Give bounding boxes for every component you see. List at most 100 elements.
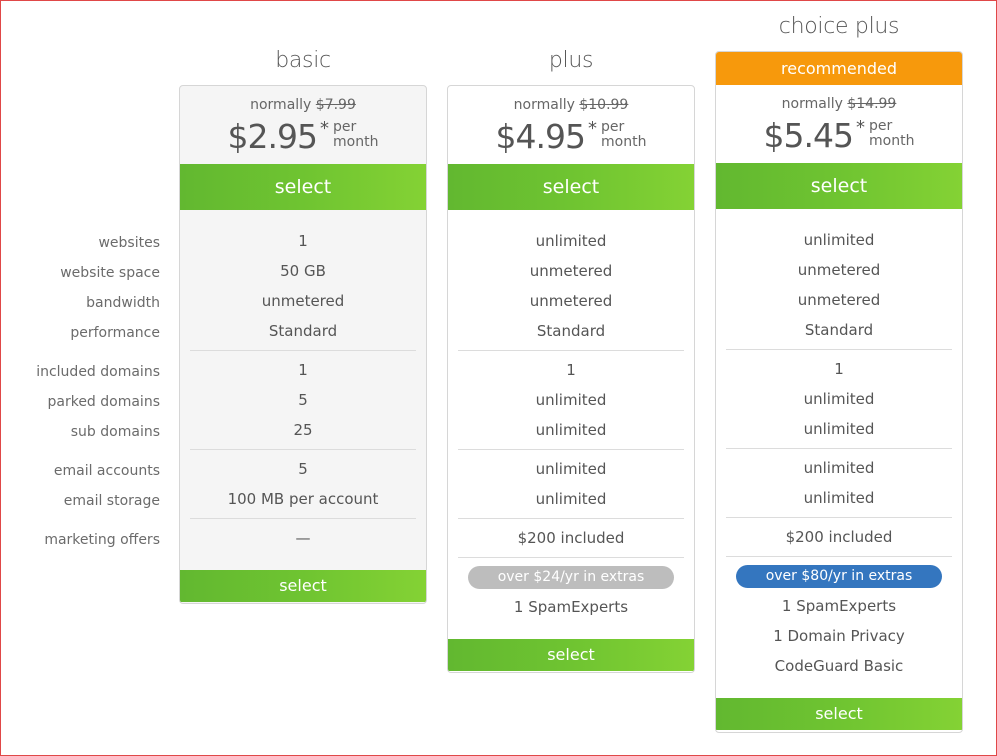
select-button-choice-plus-bottom[interactable]: select — [716, 698, 962, 730]
price-box: normally $10.99 $4.95 * per month — [448, 86, 694, 164]
label-marketing-offers: marketing offers — [44, 532, 160, 548]
feature-value: 1 — [834, 360, 844, 378]
current-price: $4.95 * per month — [448, 117, 694, 157]
feature-value: unlimited — [535, 421, 607, 439]
plan-title-basic: basic — [275, 48, 331, 73]
period-label: month — [869, 133, 915, 149]
select-button-choice-plus[interactable]: select — [716, 163, 962, 209]
feature-value: unlimited — [535, 460, 607, 478]
price-asterisk: * — [856, 117, 866, 138]
plan-card-plus: normally $10.99 $4.95 * per month select … — [447, 85, 695, 673]
label-email-accounts: email accounts — [53, 463, 160, 479]
feature-rows: unlimited unmetered unmetered Standard 1… — [448, 210, 694, 639]
price-asterisk: * — [320, 118, 330, 139]
feature-value: unlimited — [803, 420, 875, 438]
feature-value: unlimited — [803, 390, 875, 408]
extras-badge: over $80/yr in extras — [736, 565, 942, 588]
feature-value: 1 — [298, 232, 308, 250]
old-price: $7.99 — [315, 97, 356, 113]
extra-item: 1 Domain Privacy — [773, 627, 905, 645]
per-label: per — [869, 118, 893, 134]
per-label: per — [601, 119, 625, 135]
select-button-plus[interactable]: select — [448, 164, 694, 210]
period-label: month — [601, 134, 647, 150]
select-button-basic[interactable]: select — [180, 164, 426, 210]
feature-value: 1 — [566, 361, 576, 379]
normally-label: normally — [250, 97, 312, 113]
plan-card-choice-plus: recommended normally $14.99 $5.45 * per m… — [715, 51, 963, 733]
price-asterisk: * — [588, 118, 598, 139]
label-website-space: website space — [60, 265, 160, 281]
feature-value: Standard — [536, 322, 606, 340]
feature-value: 100 MB per account — [227, 490, 379, 508]
label-email-storage: email storage — [63, 493, 160, 509]
label-included-domains: included domains — [36, 364, 160, 380]
divider — [190, 350, 416, 351]
feature-value: unlimited — [535, 232, 607, 250]
feature-rows: unlimited unmetered unmetered Standard 1… — [716, 209, 962, 698]
feature-value: unlimited — [803, 489, 875, 507]
price-amount: $4.95 — [495, 117, 586, 156]
normally-price: normally $10.99 — [448, 97, 694, 113]
divider — [726, 448, 952, 449]
price-amount: $2.95 — [227, 117, 318, 156]
divider — [458, 518, 684, 519]
feature-value: $200 included — [517, 529, 625, 547]
feature-value: unmetered — [797, 291, 881, 309]
price-period: per month — [869, 119, 914, 149]
feature-value: unmetered — [529, 292, 613, 310]
feature-value: $200 included — [785, 528, 893, 546]
feature-value: 5 — [298, 460, 308, 478]
feature-value: unlimited — [803, 231, 875, 249]
label-sub-domains: sub domains — [70, 424, 160, 440]
price-box: normally $14.99 $5.45 * per month — [716, 85, 962, 163]
feature-value: unlimited — [535, 391, 607, 409]
normally-label: normally — [513, 97, 575, 113]
normally-price: normally $14.99 — [716, 96, 962, 112]
divider — [190, 518, 416, 519]
feature-value: 5 — [298, 391, 308, 409]
feature-value: unmetered — [261, 292, 345, 310]
divider — [190, 449, 416, 450]
feature-value: — — [295, 529, 311, 547]
divider — [726, 349, 952, 350]
extra-item: 1 SpamExperts — [513, 598, 629, 616]
plan-title-plus: plus — [548, 48, 594, 73]
feature-value: unmetered — [529, 262, 613, 280]
divider — [458, 449, 684, 450]
current-price: $5.45 * per month — [716, 116, 962, 156]
price-period: per month — [601, 120, 646, 150]
old-price: $10.99 — [579, 97, 629, 113]
select-button-plus-bottom[interactable]: select — [448, 639, 694, 671]
feature-rows: 1 50 GB unmetered Standard 1 5 25 5 100 … — [180, 210, 426, 570]
per-label: per — [333, 119, 357, 135]
period-label: month — [333, 134, 379, 150]
feature-value: unlimited — [535, 490, 607, 508]
price-amount: $5.45 — [763, 116, 854, 155]
feature-value: 1 — [298, 361, 308, 379]
divider — [458, 557, 684, 558]
label-parked-domains: parked domains — [47, 394, 160, 410]
feature-value: Standard — [268, 322, 338, 340]
feature-value: 25 — [293, 421, 313, 439]
extra-item: CodeGuard Basic — [774, 657, 904, 675]
normally-label: normally — [781, 96, 843, 112]
label-websites: websites — [98, 235, 160, 251]
feature-value: Standard — [804, 321, 874, 339]
feature-value: 50 GB — [280, 262, 326, 280]
feature-value: unmetered — [797, 261, 881, 279]
extras-badge: over $24/yr in extras — [468, 566, 674, 589]
plan-card-basic: normally $7.99 $2.95 * per month select 1… — [179, 85, 427, 604]
price-box: normally $7.99 $2.95 * per month — [180, 86, 426, 164]
feature-value: unlimited — [803, 459, 875, 477]
select-button-basic-bottom[interactable]: select — [180, 570, 426, 602]
label-performance: performance — [70, 325, 160, 341]
extra-item: 1 SpamExperts — [781, 597, 897, 615]
price-period: per month — [333, 120, 378, 150]
normally-price: normally $7.99 — [180, 97, 426, 113]
label-bandwidth: bandwidth — [86, 295, 160, 311]
plan-title-choice-plus: choice plus — [778, 14, 900, 39]
old-price: $14.99 — [847, 96, 897, 112]
recommended-badge: recommended — [716, 52, 962, 85]
current-price: $2.95 * per month — [180, 117, 426, 157]
